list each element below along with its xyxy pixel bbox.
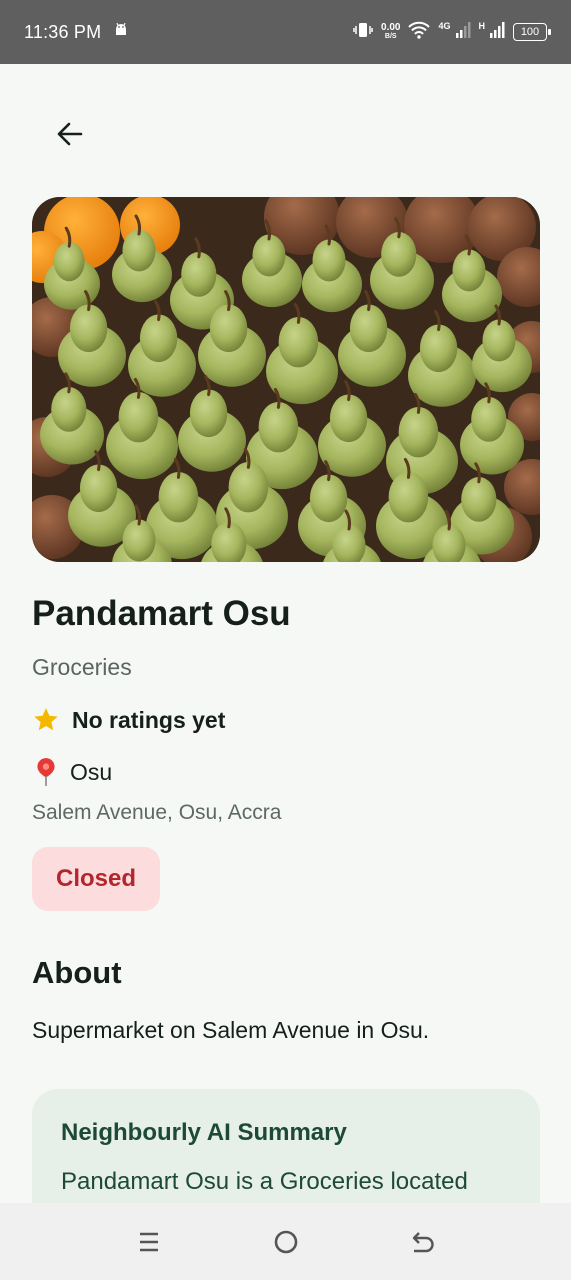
back-nav-button[interactable] xyxy=(393,1212,453,1272)
home-icon xyxy=(274,1230,297,1253)
rating-row: No ratings yet xyxy=(32,706,225,734)
star-icon xyxy=(34,708,58,731)
back-nav-icon xyxy=(412,1231,434,1252)
store-name: Pandamart Osu xyxy=(32,594,291,633)
home-button[interactable] xyxy=(256,1212,316,1272)
about-text: Supermarket on Salem Avenue in Osu. xyxy=(32,1017,430,1043)
menu-icon xyxy=(139,1232,158,1251)
status-bar: 11:36 PM 0.00 B/S 4G H 100 xyxy=(0,0,571,64)
signal-icon-2 xyxy=(489,21,505,44)
network-type-4g: 4G xyxy=(438,21,451,31)
store-address: Salem Avenue, Osu, Accra xyxy=(32,801,282,824)
status-badge: Closed xyxy=(32,847,160,911)
system-nav-bar xyxy=(0,1203,571,1280)
location-row: Osu xyxy=(32,757,112,787)
android-icon xyxy=(113,22,129,43)
store-category: Groceries xyxy=(32,654,132,680)
rating-text: No ratings yet xyxy=(72,706,226,733)
back-arrow-icon xyxy=(57,122,83,146)
signal-icon-1 xyxy=(455,21,471,44)
network-type-h: H xyxy=(478,21,486,31)
location-pin-icon xyxy=(37,758,55,786)
wifi-icon xyxy=(408,21,431,44)
status-time: 11:36 PM xyxy=(24,21,102,42)
ai-summary-title: Neighbourly AI Summary xyxy=(61,1119,347,1146)
recent-apps-button[interactable] xyxy=(119,1212,179,1272)
battery-icon: 100 xyxy=(513,23,551,41)
store-image xyxy=(32,197,540,562)
vibrate-icon xyxy=(353,21,373,44)
ai-summary-text: Pandamart Osu is a Groceries located xyxy=(61,1168,468,1195)
network-speed: 0.00 B/S xyxy=(381,22,401,41)
about-heading: About xyxy=(32,955,122,990)
back-button[interactable] xyxy=(44,108,96,160)
location-area: Osu xyxy=(70,758,113,785)
